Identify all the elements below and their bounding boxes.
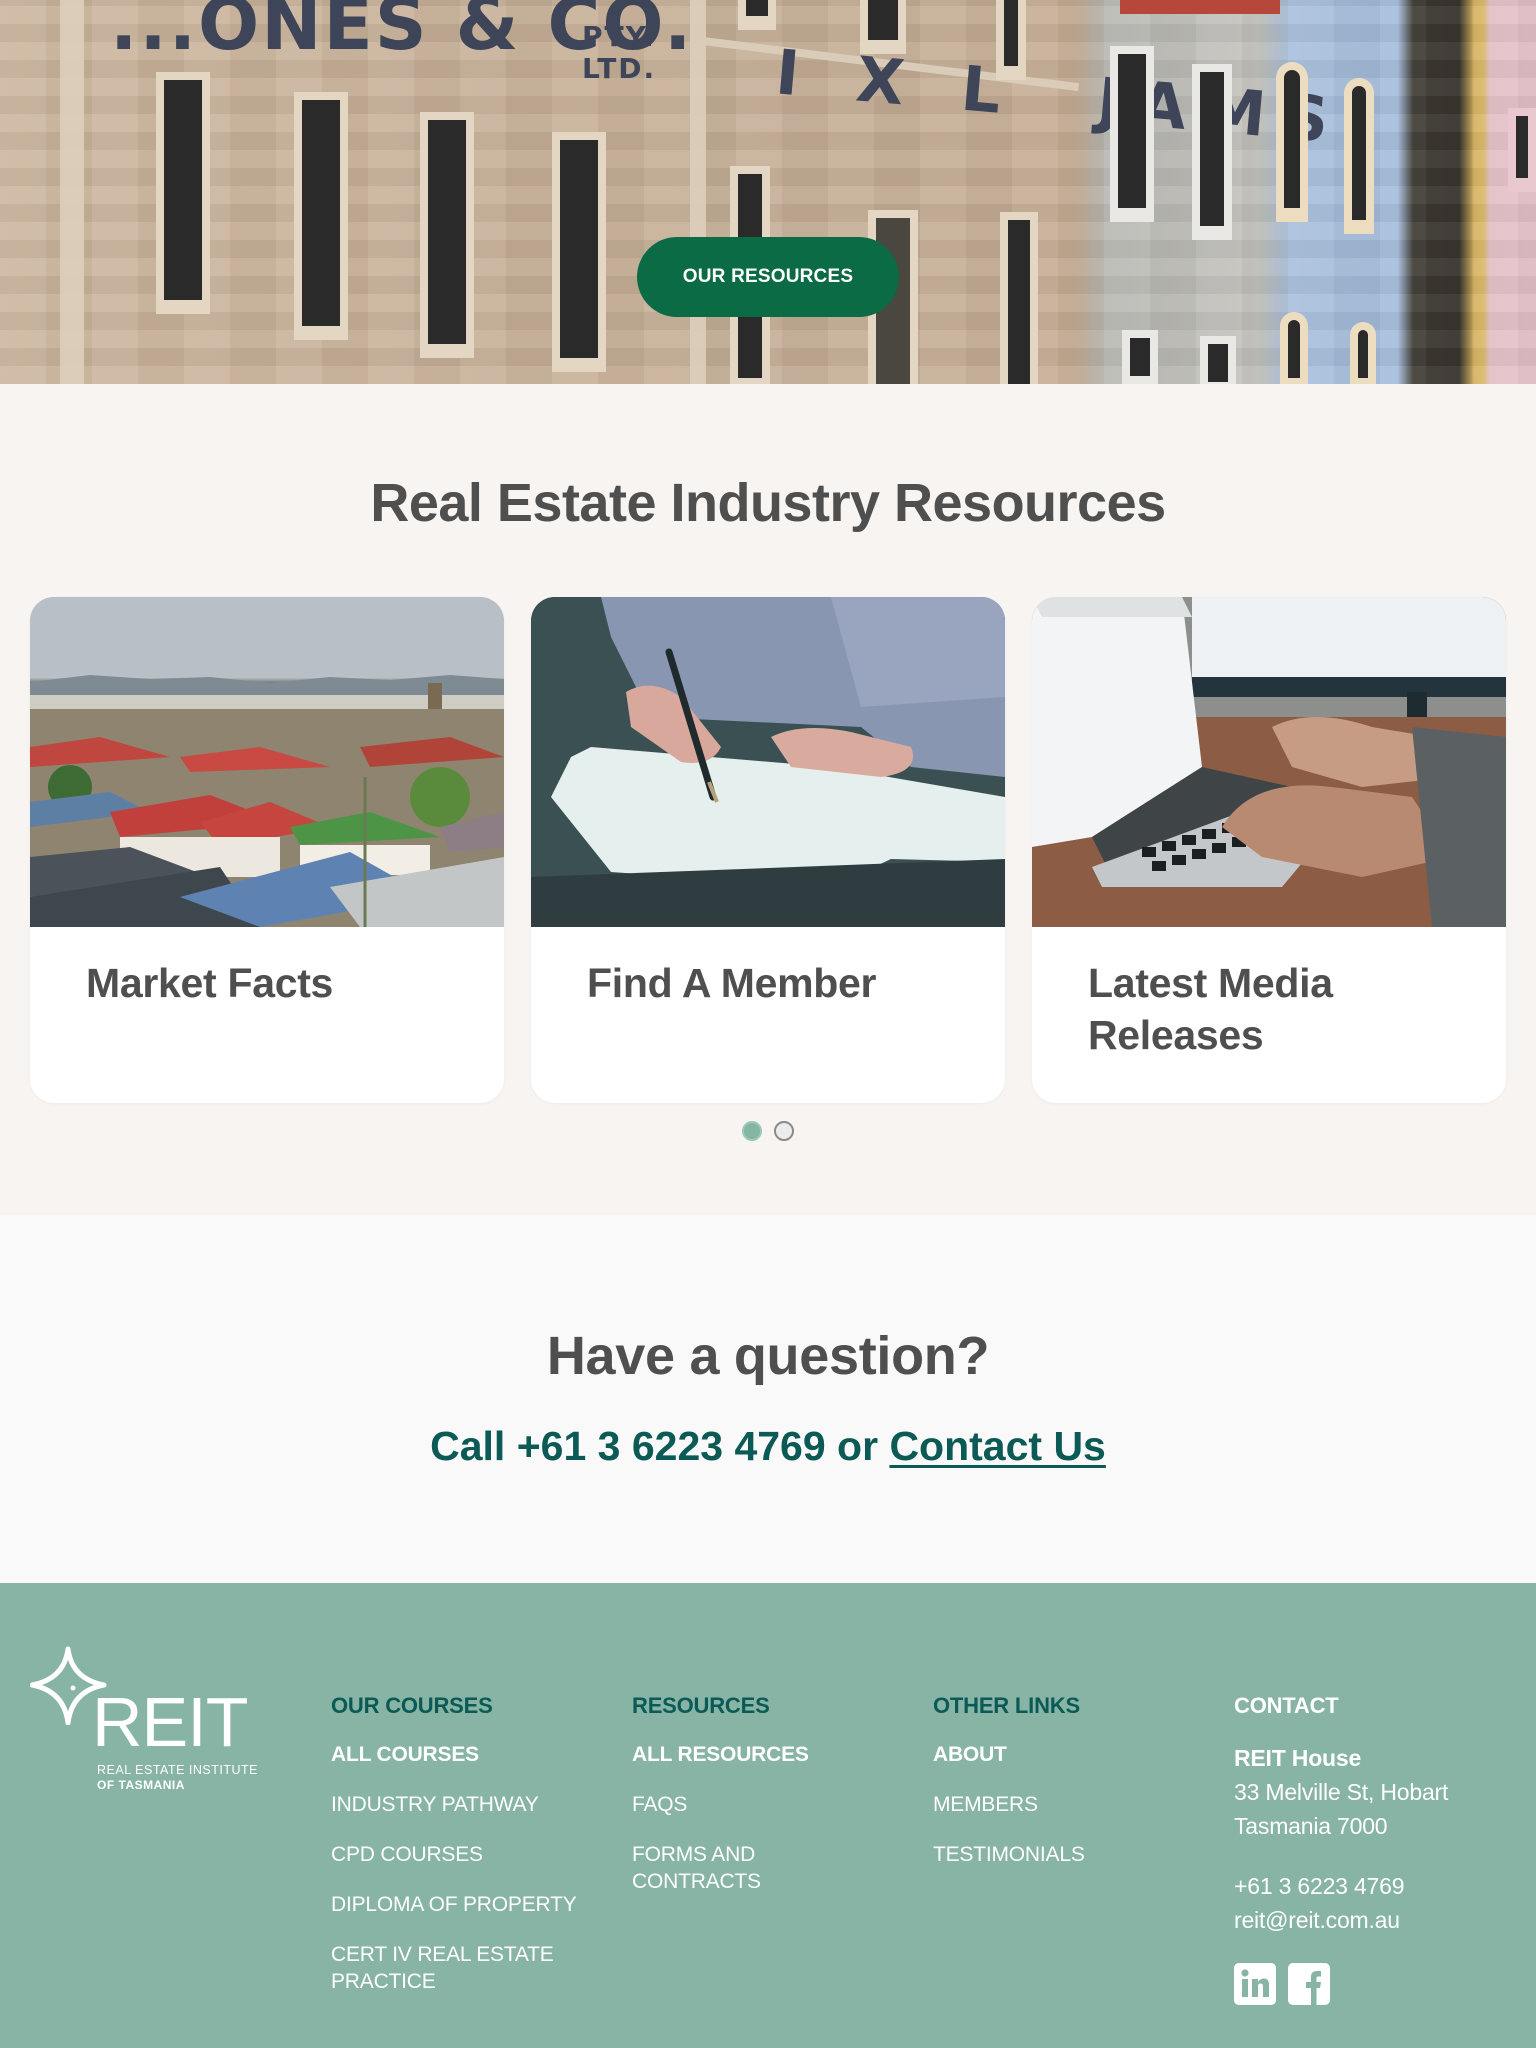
resource-card-market-facts[interactable]: Market Facts	[30, 597, 504, 1103]
laptop-typing-illustration	[1032, 597, 1506, 927]
call-phone-text: Call +61 3 6223 4769 or	[430, 1423, 890, 1469]
logo-wordmark: REIT	[92, 1683, 248, 1761]
hero-window	[996, 0, 1026, 80]
resource-card-latest-media-releases[interactable]: Latest Media Releases	[1032, 597, 1506, 1103]
footer-link-diploma-of-property[interactable]: DIPLOMA OF PROPERTY	[331, 1891, 611, 1918]
facebook-icon[interactable]	[1288, 1963, 1330, 2005]
card-title: Find A Member	[587, 960, 877, 1006]
footer-link-cpd-courses[interactable]: CPD COURSES	[331, 1841, 611, 1868]
call-line: Call +61 3 6223 4769 or Contact Us	[0, 1423, 1536, 1470]
footer-link-about[interactable]: ABOUT	[933, 1741, 1213, 1768]
hero-sign-text: LTD.	[582, 52, 657, 85]
linkedin-icon[interactable]	[1234, 1963, 1276, 2005]
linkedin-glyph	[1234, 1963, 1276, 2005]
footer-column-courses: OUR COURSES ALL COURSES INDUSTRY PATHWAY…	[331, 1693, 611, 2018]
hero-window	[294, 92, 348, 340]
reit-logo[interactable]: REIT REAL ESTATE INSTITUTE OF TASMANIA	[30, 1645, 260, 1792]
footer-heading: OTHER LINKS	[933, 1693, 1080, 1718]
hero-window	[1000, 212, 1038, 384]
facebook-glyph	[1288, 1963, 1330, 2005]
hobart-rooftops-image	[30, 597, 504, 927]
footer-heading: RESOURCES	[632, 1693, 770, 1718]
hero-window	[420, 112, 474, 358]
question-heading: Have a question?	[546, 1326, 990, 1386]
footer-link-all-courses[interactable]: ALL COURSES	[331, 1741, 611, 1768]
footer-link-all-resources[interactable]: ALL RESOURCES	[632, 1741, 912, 1768]
hero-window	[1110, 46, 1154, 222]
card-title: Latest Media Releases	[1088, 960, 1333, 1058]
hero-window	[860, 0, 906, 54]
hero-pilaster	[60, 0, 84, 384]
hero-window	[1350, 322, 1376, 384]
footer-column-other-links: OTHER LINKS ABOUT MEMBERS TESTIMONIALS	[933, 1693, 1213, 1891]
laptop-typing-image	[1032, 597, 1506, 927]
carousel-pagination	[742, 1121, 794, 1141]
social-links	[1234, 1963, 1524, 2005]
footer-link-members[interactable]: MEMBERS	[933, 1791, 1213, 1818]
hobart-rooftops-illustration	[30, 597, 504, 927]
resources-heading: Real Estate Industry Resources	[370, 473, 1166, 533]
contact-name: REIT House	[1234, 1745, 1362, 1771]
contact-address-line2: Tasmania 7000	[1234, 1813, 1388, 1839]
footer-column-contact: CONTACT REIT House 33 Melville St, Hobar…	[1234, 1693, 1524, 2005]
resources-section: Real Estate Industry Resources Market Fa…	[0, 384, 1536, 1215]
site-footer: REIT REAL ESTATE INSTITUTE OF TASMANIA O…	[0, 1583, 1536, 2048]
logo-subtitle-line2: OF TASMANIA	[97, 1778, 185, 1792]
footer-link-industry-pathway[interactable]: INDUSTRY PATHWAY	[331, 1791, 611, 1818]
hero-window	[1122, 330, 1158, 384]
our-resources-button[interactable]: OUR RESOURCES	[637, 237, 899, 317]
signing-document-illustration	[531, 597, 1005, 927]
contact-phone[interactable]: +61 3 6223 4769	[1234, 1869, 1524, 1903]
hero-window	[1344, 78, 1374, 234]
hero-window	[1508, 108, 1536, 192]
footer-column-resources: RESOURCES ALL RESOURCES FAQS FORMS AND C…	[632, 1693, 912, 1918]
hero-window	[156, 72, 210, 314]
hero-window	[1276, 62, 1308, 222]
logo-subtitle-line1: REAL ESTATE INSTITUTE	[97, 1763, 258, 1777]
hero-window	[1192, 64, 1232, 240]
footer-heading: OUR COURSES	[331, 1693, 493, 1718]
contact-email[interactable]: reit@reit.com.au	[1234, 1903, 1524, 1937]
hero-banner: ...ONES & CO. PTY. LTD. I X L JAMS. OUR …	[0, 0, 1536, 384]
hero-sign-text: PTY.	[582, 20, 656, 53]
contact-address-line1: 33 Melville St, Hobart	[1234, 1779, 1449, 1805]
resource-card-find-a-member[interactable]: Find A Member	[531, 597, 1005, 1103]
card-title: Market Facts	[86, 960, 334, 1006]
hero-window	[1280, 312, 1308, 384]
hero-window	[1200, 336, 1236, 384]
signing-document-image	[531, 597, 1005, 927]
footer-link-cert-iv[interactable]: CERT IV REAL ESTATE PRACTICE	[331, 1941, 571, 1995]
hero-window	[738, 0, 776, 30]
footer-link-testimonials[interactable]: TESTIMONIALS	[933, 1841, 1213, 1868]
hero-roof	[1120, 0, 1280, 14]
footer-heading: CONTACT	[1234, 1693, 1339, 1718]
question-section: Have a question? Call +61 3 6223 4769 or…	[0, 1215, 1536, 1583]
carousel-dot-1[interactable]	[742, 1121, 762, 1141]
contact-us-link[interactable]: Contact Us	[889, 1423, 1105, 1469]
carousel-dot-2[interactable]	[774, 1121, 794, 1141]
footer-link-faqs[interactable]: FAQS	[632, 1791, 912, 1818]
hero-window	[552, 132, 606, 372]
footer-link-forms-and-contracts[interactable]: FORMS AND CONTRACTS	[632, 1841, 782, 1895]
